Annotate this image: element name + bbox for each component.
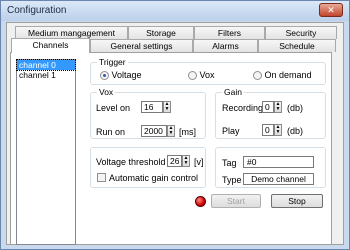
list-item[interactable]: channel 0 (16, 59, 76, 71)
gain-group: Gain Recording 0 ▲ ▼ (db) Play 0 ▲ ▼ (db) (215, 87, 326, 139)
recording-label: Recording (222, 103, 264, 113)
radio-icon (188, 71, 197, 81)
voltage-group: Voltage threshold 26 ▲ ▼ [v] Automatic ga… (90, 147, 206, 188)
run-on-input[interactable]: 2000 (141, 125, 167, 137)
list-item[interactable]: channel 1 (17, 70, 75, 80)
configuration-window: Configuration ✕ Medium mangagement Stora… (0, 0, 350, 250)
type-label: Type (222, 175, 242, 185)
play-label: Play (222, 126, 240, 136)
close-icon: ✕ (327, 5, 335, 15)
recording-input[interactable]: 0 (262, 101, 274, 113)
spin-down-icon: ▼ (275, 106, 281, 112)
status-led-icon (195, 196, 206, 207)
type-field: Demo channel (243, 173, 314, 185)
voltage-threshold-unit: [v] (194, 157, 204, 167)
play-spinner[interactable]: ▲ ▼ (274, 124, 282, 136)
run-on-label: Run on (96, 127, 126, 137)
radio-on-demand[interactable]: On demand (253, 70, 312, 81)
radio-on-demand-label: On demand (264, 70, 312, 80)
radio-vox[interactable]: Vox (188, 70, 215, 81)
tag-field[interactable]: #0 (243, 156, 314, 168)
radio-selected-icon (100, 71, 109, 81)
spin-down-icon: ▼ (168, 130, 174, 136)
trigger-group-label: Trigger (97, 57, 128, 67)
spin-down-icon: ▼ (164, 106, 170, 112)
tab-storage[interactable]: Storage (128, 26, 194, 39)
tab-label: General settings (110, 41, 173, 51)
play-unit: (db) (287, 126, 304, 136)
tab-filters[interactable]: Filters (194, 26, 265, 39)
play-input[interactable]: 0 (262, 124, 274, 136)
tab-channels[interactable]: Channels (11, 38, 90, 53)
run-on-unit: [ms] (179, 127, 196, 137)
run-on-spinner[interactable]: ▲ ▼ (167, 125, 175, 137)
close-button[interactable]: ✕ (319, 3, 343, 17)
recording-spinner[interactable]: ▲ ▼ (274, 101, 282, 113)
voltage-threshold-spinner[interactable]: ▲ ▼ (182, 155, 190, 167)
tab-label: Security (285, 28, 317, 38)
tab-general-settings[interactable]: General settings (90, 39, 193, 52)
agc-checkbox[interactable] (97, 173, 106, 182)
gain-group-label: Gain (222, 87, 244, 97)
title-bar[interactable]: Configuration ✕ (1, 1, 349, 21)
level-on-label: Level on (96, 103, 131, 113)
window-title: Configuration (7, 5, 67, 16)
voltage-threshold-input[interactable]: 26 (167, 155, 182, 167)
stop-button[interactable]: Stop (271, 194, 323, 208)
voltage-threshold-label: Voltage threshold (96, 157, 166, 167)
tab-label: Alarms (212, 41, 239, 51)
radio-voltage-label: Voltage (111, 70, 142, 80)
tab-label: Filters (217, 28, 242, 38)
tab-label: Storage (146, 28, 176, 38)
radio-icon (253, 71, 262, 81)
vox-group: Vox Level on 16 ▲ ▼ Run on 2000 ▲ ▼ [ms] (90, 87, 206, 139)
start-button[interactable]: Start (211, 194, 261, 208)
tab-label: Medium mangagement (28, 28, 115, 38)
trigger-group: Trigger Voltage Vox On demand (90, 57, 326, 85)
level-on-input[interactable]: 16 (141, 101, 163, 113)
recording-unit: (db) (287, 103, 304, 113)
tab-label: Channels (32, 40, 69, 50)
radio-voltage[interactable]: Voltage (100, 70, 142, 81)
agc-label: Automatic gain control (109, 173, 199, 183)
info-group: Tag #0 Type Demo channel (215, 147, 326, 188)
channel-list[interactable]: channel 0 channel 1 (16, 59, 76, 245)
tab-security[interactable]: Security (265, 26, 337, 39)
vox-group-label: Vox (97, 87, 116, 97)
tab-schedule[interactable]: Schedule (258, 39, 336, 52)
tab-label: Schedule (279, 41, 315, 51)
level-on-spinner[interactable]: ▲ ▼ (163, 101, 171, 113)
tab-alarms[interactable]: Alarms (193, 39, 258, 52)
channels-panel: channel 0 channel 1 Trigger Voltage Vox … (10, 52, 332, 245)
spin-down-icon: ▼ (275, 129, 281, 135)
spin-down-icon: ▼ (183, 160, 189, 166)
radio-vox-label: Vox (199, 70, 215, 80)
tag-label: Tag (222, 158, 237, 168)
